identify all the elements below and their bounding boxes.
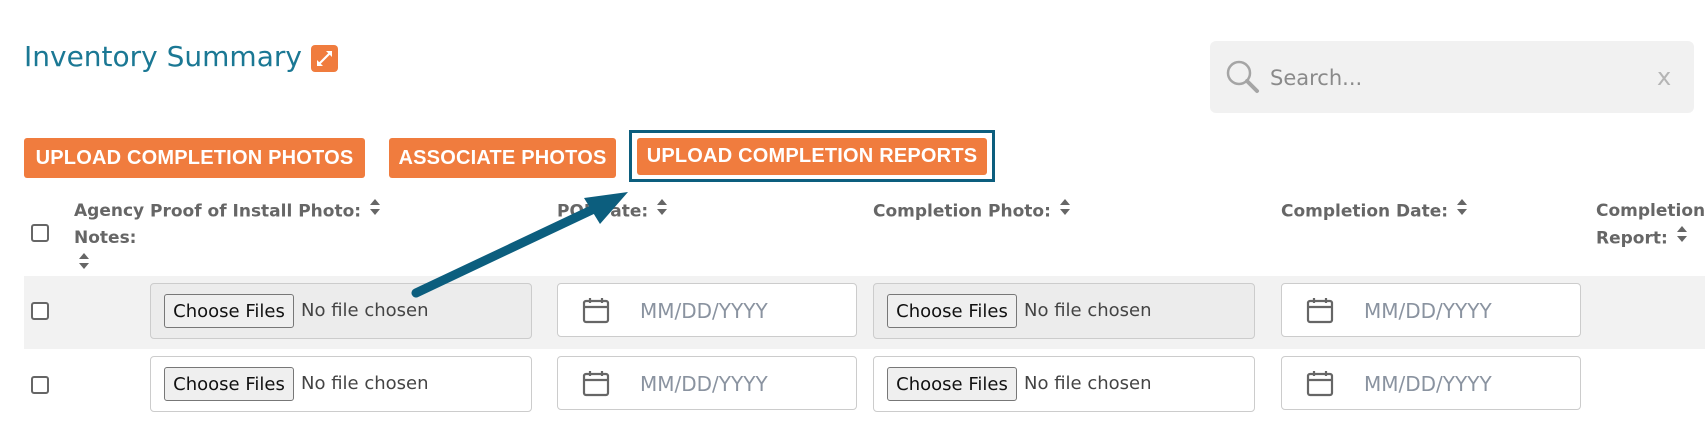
upload-completion-reports-button[interactable]: UPLOAD COMPLETION REPORTS	[637, 138, 987, 175]
search-box: x	[1210, 41, 1694, 113]
choose-files-button[interactable]: Choose Files	[887, 294, 1017, 328]
proof-of-install-label: Proof of Install Photo:	[150, 201, 362, 222]
calendar-icon[interactable]	[1306, 296, 1334, 328]
upload-completion-photos-button[interactable]: UPLOAD COMPLETION PHOTOS	[24, 138, 365, 178]
column-header-completion-date[interactable]: Completion Date:	[1281, 198, 1468, 226]
poi-date-field[interactable]	[557, 283, 857, 337]
select-all-checkbox[interactable]	[31, 224, 49, 242]
sort-icon	[1059, 198, 1071, 225]
column-header-proof-of-install[interactable]: Proof of Install Photo:	[150, 198, 381, 226]
expand-icon[interactable]	[310, 45, 338, 72]
row-checkbox[interactable]	[31, 302, 49, 320]
choose-files-button[interactable]: Choose Files	[164, 294, 294, 328]
no-file-text: No file chosen	[301, 300, 429, 321]
search-input[interactable]	[1268, 59, 1652, 97]
clear-search-icon[interactable]: x	[1657, 63, 1671, 91]
sort-icon	[656, 198, 668, 225]
column-header-completion-report[interactable]: Completion Report:	[1596, 198, 1705, 253]
choose-files-button[interactable]: Choose Files	[164, 367, 294, 401]
sort-icon	[369, 198, 381, 225]
completion-photo-label: Completion Photo:	[873, 201, 1051, 222]
completion-report-label: Completion Report:	[1596, 201, 1705, 249]
page-title: Inventory Summary	[24, 40, 338, 73]
calendar-icon[interactable]	[582, 369, 610, 401]
no-file-text: No file chosen	[1024, 373, 1152, 394]
poi-date-label: POI Date:	[557, 201, 649, 222]
completion-date-input[interactable]	[1362, 369, 1566, 399]
completion-date-label: Completion Date:	[1281, 201, 1449, 222]
column-header-completion-photo[interactable]: Completion Photo:	[873, 198, 1071, 226]
page-title-text: Inventory Summary	[24, 40, 302, 73]
search-icon	[1224, 58, 1262, 100]
choose-files-button[interactable]: Choose Files	[887, 367, 1017, 401]
associate-photos-button[interactable]: ASSOCIATE PHOTOS	[389, 138, 616, 178]
completion-date-field[interactable]	[1281, 356, 1581, 410]
poi-date-field[interactable]	[557, 356, 857, 410]
calendar-icon[interactable]	[582, 296, 610, 328]
proof-of-install-file-input[interactable]: Choose Files No file chosen	[150, 283, 532, 339]
completion-date-field[interactable]	[1281, 283, 1581, 337]
poi-date-input[interactable]	[638, 369, 842, 399]
sort-icon	[1456, 198, 1468, 225]
poi-date-input[interactable]	[638, 296, 842, 326]
completion-photo-file-input[interactable]: Choose Files No file chosen	[873, 356, 1255, 412]
sort-icon	[78, 252, 144, 279]
completion-photo-file-input[interactable]: Choose Files No file chosen	[873, 283, 1255, 339]
no-file-text: No file chosen	[301, 373, 429, 394]
no-file-text: No file chosen	[1024, 300, 1152, 321]
row-checkbox[interactable]	[31, 376, 49, 394]
highlight-frame: UPLOAD COMPLETION REPORTS	[629, 130, 995, 182]
sort-icon	[1676, 225, 1688, 252]
column-header-poi-date[interactable]: POI Date:	[557, 198, 668, 226]
agency-notes-label: Agency Notes:	[74, 201, 145, 248]
calendar-icon[interactable]	[1306, 369, 1334, 401]
completion-date-input[interactable]	[1362, 296, 1566, 326]
column-header-agency-notes[interactable]: Agency Notes:	[74, 198, 144, 279]
proof-of-install-file-input[interactable]: Choose Files No file chosen	[150, 356, 532, 412]
